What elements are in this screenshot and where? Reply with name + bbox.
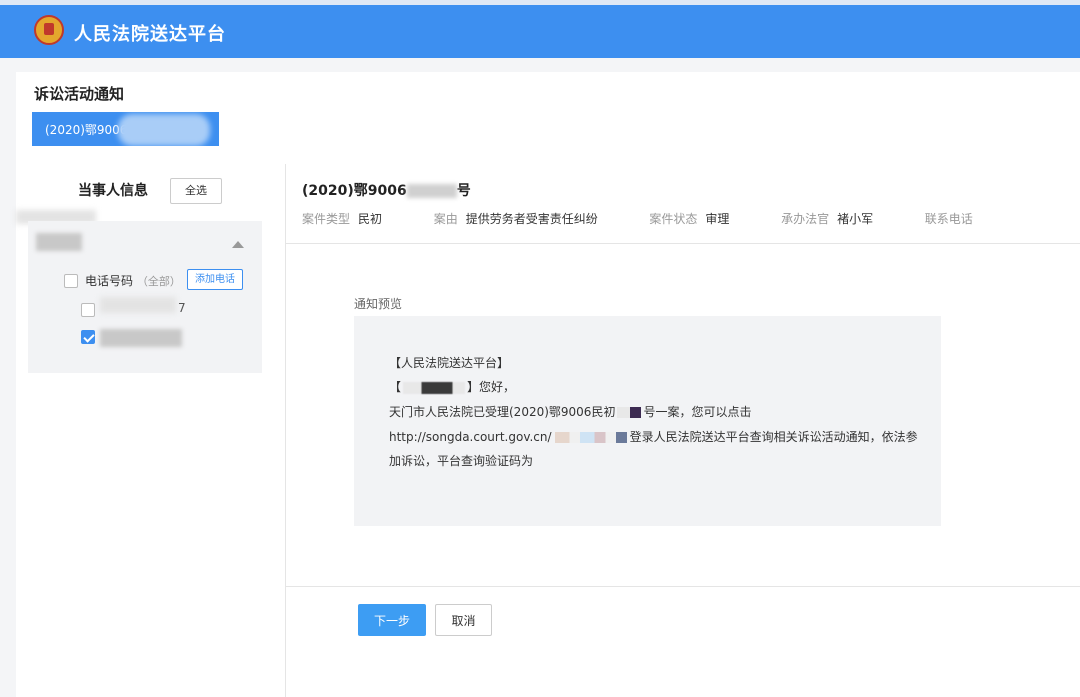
url-redacted (554, 432, 627, 443)
divider (286, 586, 1080, 587)
preview-line-4: http://songda.court.gov.cn/登录人民法院送达平台查询相… (389, 428, 918, 445)
top-bar: 人民法院送达平台 (0, 0, 1080, 58)
phone-2-redacted (100, 329, 182, 347)
phone-scope-text: （全部） (136, 275, 181, 288)
select-all-button[interactable]: 全选 (170, 178, 222, 204)
case-type-label: 案件类型 (302, 212, 351, 226)
case-cause-value: 提供劳务者受害责任纠纷 (465, 212, 598, 226)
header-panel: 诉讼活动通知 (2020)鄂9006 (16, 72, 1080, 164)
divider (286, 243, 1080, 244)
party-panel: 当事人信息 全选 电话号码 （全部） 添加电话 7 (16, 164, 286, 697)
judge-label: 承办法官 (781, 212, 830, 226)
case-tab[interactable]: (2020)鄂9006 (32, 112, 219, 146)
redaction-mask (118, 114, 210, 146)
case-detail-panel: (2020)鄂9006 号 案件类型 民初 案由 提供劳务者受害责任纠纷 案件状态 审理… (286, 164, 1080, 697)
case-number-redacted (406, 184, 457, 198)
case-status-value: 审理 (705, 212, 730, 226)
add-phone-button[interactable]: 添加电话 (187, 269, 243, 290)
preview-line-1: 【人民法院送达平台】 (389, 356, 510, 370)
party-name-redacted (36, 233, 82, 251)
preview-line-3: 天门市人民法院已受理(2020)鄂9006民初 号一案，您可以点击 (389, 403, 751, 420)
court-emblem-icon (34, 15, 64, 45)
preview-label: 通知预览 (354, 297, 403, 311)
page-title: 诉讼活动通知 (34, 85, 125, 103)
case-cause-label: 案由 (433, 212, 458, 226)
notice-preview: 【人民法院送达平台】 【 】您好， 天门市人民法院已受理(2020)鄂9006民初… (354, 316, 941, 526)
case-status-label: 案件状态 (649, 212, 698, 226)
case-type-value: 民初 (358, 212, 383, 226)
phone-label-text: 电话号码 (85, 274, 134, 288)
preview-line-2-close: 】您好， (467, 380, 516, 394)
phone-all-checkbox[interactable] (64, 274, 78, 288)
case-number: (2020)鄂9006 号 (302, 180, 471, 200)
case-tab-label: (2020)鄂9006 (45, 123, 128, 137)
cancel-button[interactable]: 取消 (435, 604, 492, 636)
preview-line-4-start: http://songda.court.gov.cn/ (389, 430, 552, 444)
recipient-redacted (403, 381, 466, 394)
collapse-icon[interactable] (232, 241, 244, 248)
preview-line-5: 加诉讼，平台查询验证码为 (389, 454, 534, 468)
phone-1-tail: 7 (178, 301, 186, 315)
phone-number-label: 电话号码 （全部） (85, 272, 181, 289)
preview-line-3-end: 号一案，您可以点击 (643, 405, 752, 419)
preview-line-2: 【 】您好， (389, 378, 515, 395)
preview-line-2-open: 【 (389, 380, 402, 394)
case-info-row: 案件类型 民初 案由 提供劳务者受害责任纠纷 案件状态 审理 承办法官 褚小军 联系电话 (302, 210, 973, 227)
case-seq-redacted (617, 407, 642, 418)
preview-line-4-end: 登录人民法院送达平台查询相关诉讼活动通知，依法参 (629, 430, 918, 444)
preview-line-3-start: 天门市人民法院已受理(2020)鄂9006民初 (389, 405, 616, 419)
case-number-suffix: 号 (456, 183, 471, 199)
party-card: 电话号码 （全部） 添加电话 7 (28, 221, 262, 373)
case-number-prefix: (2020)鄂9006 (302, 183, 407, 199)
phone-1-redacted (100, 297, 176, 313)
party-panel-title: 当事人信息 (78, 183, 148, 199)
next-step-button[interactable]: 下一步 (358, 604, 426, 636)
judge-value: 褚小军 (837, 212, 874, 226)
contact-phone-label: 联系电话 (924, 212, 973, 226)
app-title: 人民法院送达平台 (74, 24, 226, 45)
phone-2-checkbox[interactable] (81, 330, 95, 344)
phone-1-checkbox[interactable] (81, 303, 95, 317)
